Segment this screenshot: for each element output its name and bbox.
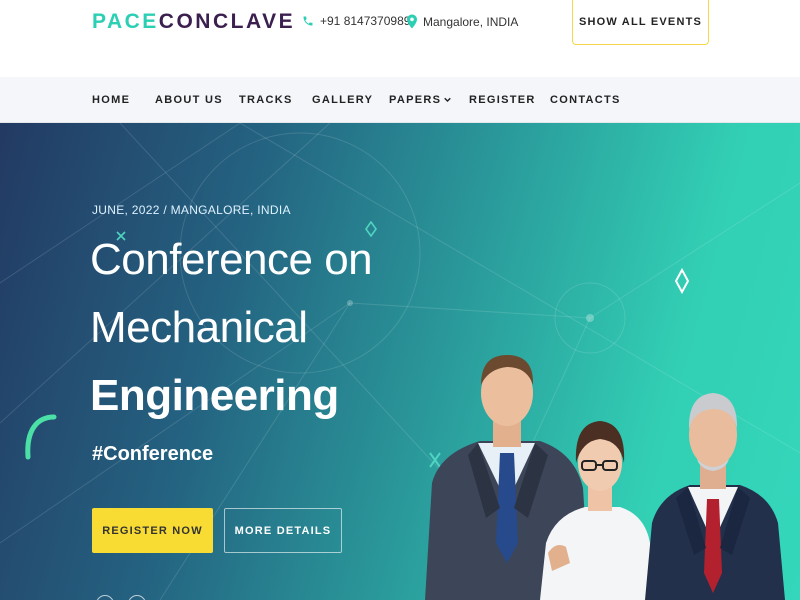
business-people-photo xyxy=(425,355,785,600)
nav-item-about-us[interactable]: ABOUT US xyxy=(155,94,223,106)
logo-part-2: CONCLAVE xyxy=(158,10,296,33)
main-navigation: HOME ABOUT US TRACKS GALLERY PAPERS REGI… xyxy=(0,77,800,123)
nav-label: PAPERS xyxy=(389,94,442,106)
phone-number: +91 8147370989 xyxy=(320,14,411,28)
hero-banner: JUNE, 2022 / MANGALORE, INDIA Conference… xyxy=(0,123,800,600)
person-right xyxy=(645,393,785,600)
nav-label: TRACKS xyxy=(239,94,293,106)
chevron-down-icon xyxy=(444,94,452,106)
nav-label: REGISTER xyxy=(469,94,536,106)
site-logo[interactable]: PACECONCLAVE xyxy=(92,10,295,34)
phone-contact[interactable]: +91 8147370989 xyxy=(302,14,410,28)
nav-item-tracks[interactable]: TRACKS xyxy=(239,94,293,106)
location-pin-icon xyxy=(407,14,417,29)
nav-label: ABOUT US xyxy=(155,94,223,106)
nav-label: HOME xyxy=(92,94,131,106)
logo-part-1: PACE xyxy=(92,10,159,33)
nav-item-register[interactable]: REGISTER xyxy=(469,94,536,106)
nav-item-papers[interactable]: PAPERS xyxy=(389,94,452,106)
top-header: PACECONCLAVE +91 8147370989 Mangalore, I… xyxy=(0,0,800,77)
nav-item-gallery[interactable]: GALLERY xyxy=(312,94,373,106)
location-contact: Mangalore, INDIA xyxy=(407,14,518,29)
show-all-events-button[interactable]: SHOW ALL EVENTS xyxy=(572,0,709,45)
nav-item-contacts[interactable]: CONTACTS xyxy=(550,94,621,106)
nav-label: CONTACTS xyxy=(550,94,621,106)
phone-icon xyxy=(302,14,314,28)
nav-label: GALLERY xyxy=(312,94,374,106)
nav-item-home[interactable]: HOME xyxy=(92,94,130,106)
location-text: Mangalore, INDIA xyxy=(423,14,519,29)
